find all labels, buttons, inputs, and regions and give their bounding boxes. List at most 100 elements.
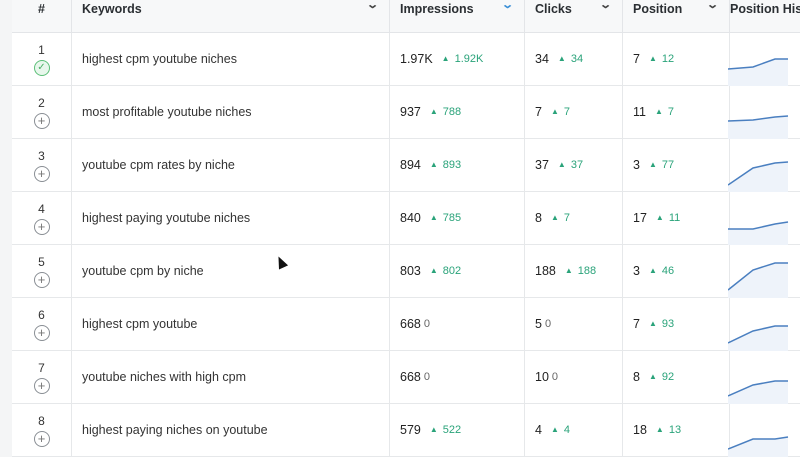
impressions-cell: 668 0	[390, 351, 525, 403]
arrow-up-icon: ▲	[550, 107, 559, 116]
position-history-cell	[728, 86, 800, 139]
table-row[interactable]: 5 + youtube cpm by niche 803 ▲ 802 188 ▲ 188 …	[12, 245, 800, 298]
position-delta: ▲ 7	[655, 106, 674, 118]
index-cell: 3 +	[12, 139, 72, 191]
clicks-cell: 37 ▲ 37	[525, 139, 623, 191]
clicks-delta: ▲ 188	[565, 265, 596, 277]
impressions-delta-value: 785	[442, 212, 462, 224]
position-delta-value: 13	[668, 424, 682, 436]
position-delta-value: 11	[668, 212, 681, 224]
table-row[interactable]: 3 + youtube cpm rates by niche 894 ▲ 893 37…	[12, 139, 800, 192]
clicks-delta-value: 7	[563, 212, 570, 224]
clicks-value: 188	[535, 264, 556, 278]
plus-icon[interactable]: +	[33, 165, 50, 182]
position-history-cell	[728, 245, 800, 298]
keyword-text[interactable]: youtube cpm by niche	[82, 264, 204, 278]
position-history-cell	[728, 404, 800, 457]
header-clicks-label: Clicks	[535, 2, 572, 16]
plus-icon[interactable]: +	[33, 324, 50, 341]
position-cell: 3 ▲ 46	[623, 245, 730, 297]
check-icon[interactable]: ✓	[33, 59, 50, 76]
header-position[interactable]: Position ⌄	[623, 0, 730, 32]
impressions-delta: ▲ 785	[430, 212, 461, 224]
keyword-cell[interactable]: youtube cpm by niche	[72, 245, 390, 297]
clicks-cell: 4 ▲ 4	[525, 404, 623, 456]
table-row[interactable]: 1 ✓ highest cpm youtube niches 1.97K ▲ 1.92…	[12, 33, 800, 86]
index-cell: 1 ✓	[12, 33, 72, 85]
table-row[interactable]: 7 + youtube niches with high cpm 668 0 10 0…	[12, 351, 800, 404]
keyword-cell[interactable]: highest cpm youtube	[72, 298, 390, 350]
arrow-up-icon: ▲	[429, 107, 438, 116]
position-value: 18	[633, 423, 647, 437]
clicks-cell: 34 ▲ 34	[525, 33, 623, 85]
position-history-sparkline	[728, 435, 789, 457]
position-value: 7	[633, 52, 640, 66]
table-row[interactable]: 6 + highest cpm youtube 668 0 50 7 ▲ 93	[12, 298, 800, 351]
keyword-cell[interactable]: youtube niches with high cpm	[72, 351, 390, 403]
keyword-cell[interactable]: highest cpm youtube niches	[72, 33, 390, 85]
impressions-delta-value: 802	[442, 265, 462, 277]
index-cell: 5 +	[12, 245, 72, 297]
chevron-down-icon[interactable]: ⌄	[599, 0, 612, 11]
arrow-up-icon: ▲	[564, 266, 573, 275]
keyword-cell[interactable]: highest paying niches on youtube	[72, 404, 390, 456]
keyword-text[interactable]: highest paying niches on youtube	[82, 423, 268, 437]
header-keywords[interactable]: Keywords ⌄	[72, 0, 390, 32]
impressions-delta: ▲ 802	[430, 265, 461, 277]
sparkline-area	[728, 58, 788, 86]
chevron-down-icon[interactable]: ⌄	[706, 0, 719, 11]
clicks-delta: ▲ 7	[551, 212, 570, 224]
table-row[interactable]: 4 + highest paying youtube niches 840 ▲ 785…	[12, 192, 800, 245]
keyword-cell[interactable]: most profitable youtube niches	[72, 86, 390, 138]
clicks-delta-value: 188	[577, 265, 597, 277]
keyword-text[interactable]: youtube cpm rates by niche	[82, 158, 235, 172]
plus-icon[interactable]: +	[33, 430, 50, 447]
header-impressions[interactable]: Impressions ⌄	[390, 0, 525, 32]
position-cell: 11 ▲ 7	[623, 86, 730, 138]
impressions-delta-value: 1.92K	[454, 53, 484, 65]
position-history-cell	[728, 33, 800, 86]
position-value: 3	[633, 264, 640, 278]
position-cell: 3 ▲ 77	[623, 139, 730, 191]
plus-icon[interactable]: +	[33, 112, 50, 129]
impressions-delta: ▲ 1.92K	[442, 53, 484, 65]
impressions-delta: ▲ 788	[430, 106, 461, 118]
impressions-value: 579	[400, 423, 421, 437]
position-value: 17	[633, 211, 647, 225]
table-row[interactable]: 2 + most profitable youtube niches 937 ▲ 78…	[12, 86, 800, 139]
plus-icon[interactable]: +	[33, 377, 50, 394]
clicks-delta-value: 7	[563, 106, 570, 118]
header-clicks[interactable]: Clicks ⌄	[525, 0, 623, 32]
keyword-cell[interactable]: highest paying youtube niches	[72, 192, 390, 244]
chevron-down-icon[interactable]: ⌄	[366, 0, 379, 11]
arrow-up-icon: ▲	[441, 54, 450, 63]
clicks-value: 7	[535, 105, 542, 119]
position-history-sparkline	[728, 160, 789, 192]
position-cell: 7 ▲ 93	[623, 298, 730, 350]
impressions-value: 1.97K	[400, 52, 433, 66]
position-delta-value: 12	[661, 53, 675, 65]
clicks-value: 10	[535, 370, 549, 384]
clicks-delta: ▲ 34	[558, 53, 583, 65]
row-index: 6	[38, 307, 45, 322]
impressions-cell: 803 ▲ 802	[390, 245, 525, 297]
keyword-text[interactable]: highest paying youtube niches	[82, 211, 250, 225]
sort-chevron-down-icon[interactable]: ⌄	[501, 0, 514, 11]
keyword-text[interactable]: highest cpm youtube niches	[82, 52, 237, 66]
impressions-cell: 579 ▲ 522	[390, 404, 525, 456]
position-cell: 17 ▲ 11	[623, 192, 730, 244]
keyword-text[interactable]: most profitable youtube niches	[82, 105, 252, 119]
arrow-up-icon: ▲	[550, 213, 559, 222]
plus-icon[interactable]: +	[33, 271, 50, 288]
position-delta: ▲ 77	[649, 159, 674, 171]
keyword-cell[interactable]: youtube cpm rates by niche	[72, 139, 390, 191]
keyword-text[interactable]: highest cpm youtube	[82, 317, 197, 331]
keyword-text[interactable]: youtube niches with high cpm	[82, 370, 246, 384]
table-row[interactable]: 8 + highest paying niches on youtube 579 ▲…	[12, 404, 800, 457]
index-cell: 6 +	[12, 298, 72, 350]
position-delta-value: 92	[661, 371, 675, 383]
position-cell: 7 ▲ 12	[623, 33, 730, 85]
impressions-value: 894	[400, 158, 421, 172]
plus-icon[interactable]: +	[33, 218, 50, 235]
position-delta: ▲ 46	[649, 265, 674, 277]
